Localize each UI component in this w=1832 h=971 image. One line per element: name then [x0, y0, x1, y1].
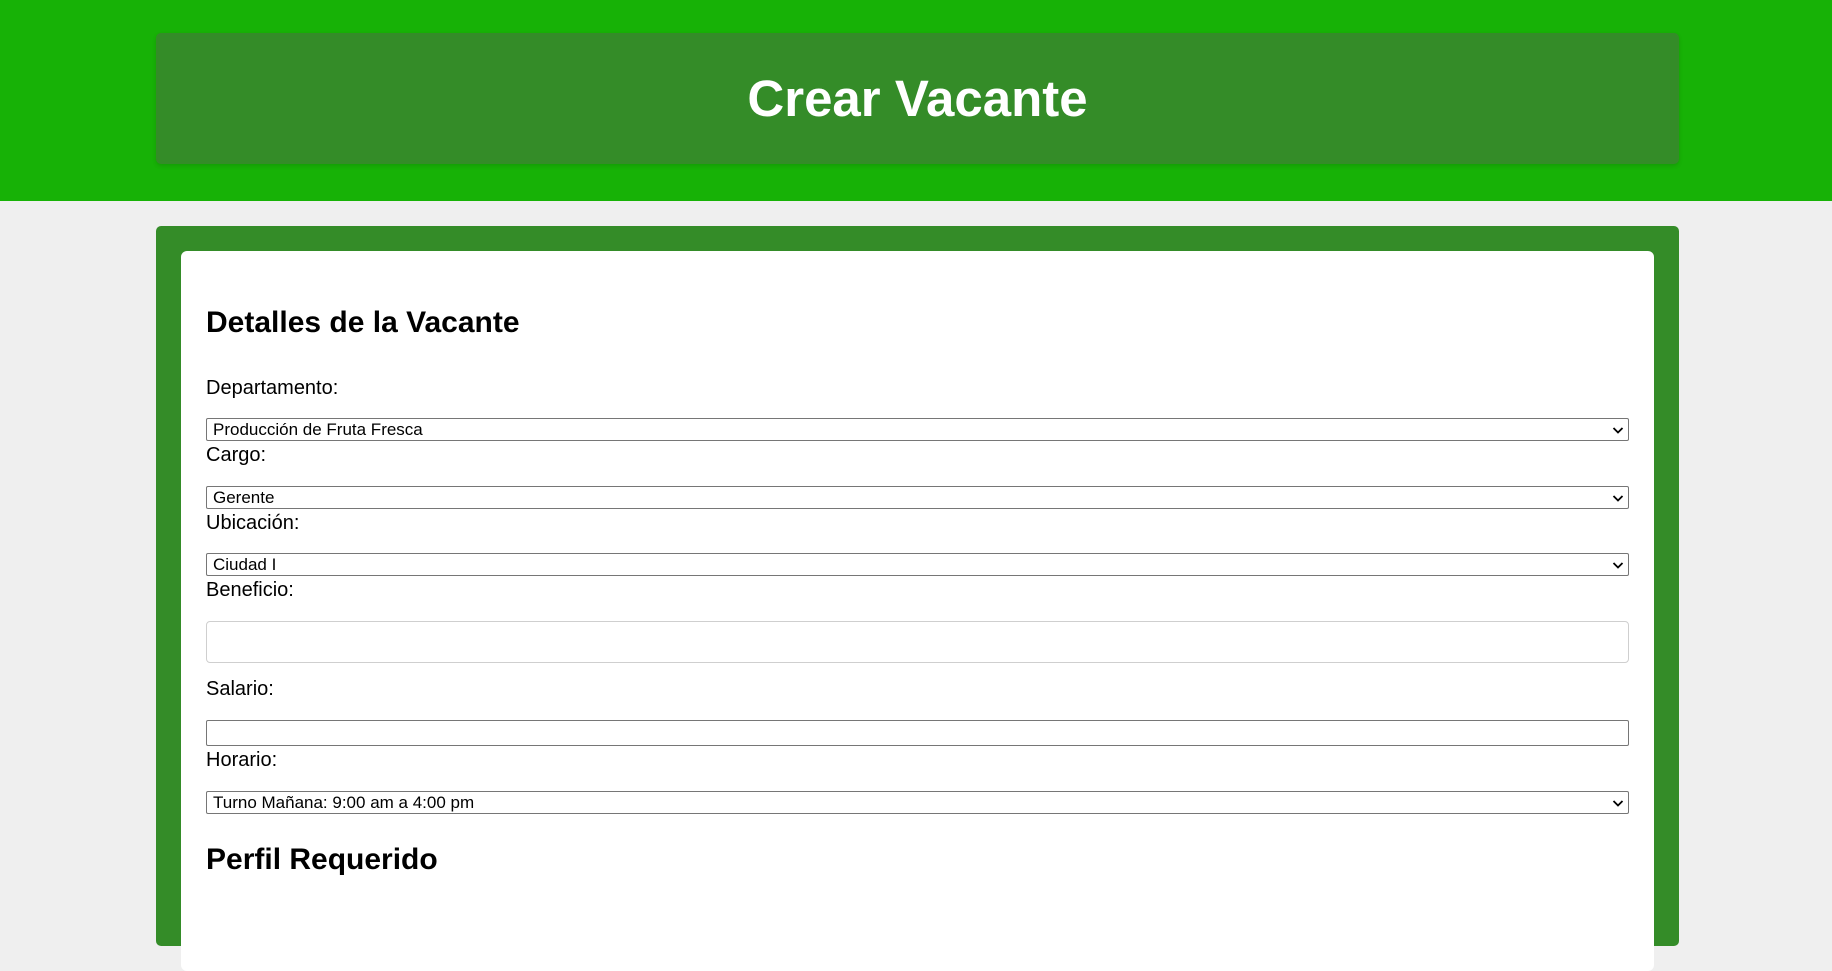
ubicacion-selected-value: Ciudad I	[213, 555, 277, 574]
section-title-profile: Perfil Requerido	[206, 843, 438, 876]
top-banner: Crear Vacante	[0, 0, 1832, 201]
chevron-down-icon	[1612, 562, 1624, 569]
salario-input[interactable]	[206, 720, 1629, 746]
page-title: Crear Vacante	[747, 70, 1088, 127]
horario-select[interactable]: Turno Mañana: 9:00 am a 4:00 pm	[206, 791, 1629, 814]
cargo-label: Cargo:	[206, 444, 267, 466]
chevron-down-icon	[1612, 800, 1624, 807]
departamento-selected-value: Producción de Fruta Fresca	[213, 420, 423, 439]
form-card-frame: Detalles de la Vacante Departamento: Pro…	[156, 226, 1679, 971]
horario-label: Horario:	[206, 749, 278, 771]
cargo-select[interactable]: Gerente	[206, 486, 1629, 509]
section-title-details: Detalles de la Vacante	[206, 306, 520, 339]
chevron-down-icon	[1612, 495, 1624, 502]
ubicacion-select[interactable]: Ciudad I	[206, 553, 1629, 576]
form-card: Detalles de la Vacante Departamento: Pro…	[181, 251, 1654, 971]
horario-selected-value: Turno Mañana: 9:00 am a 4:00 pm	[213, 793, 475, 812]
departamento-select[interactable]: Producción de Fruta Fresca	[206, 418, 1629, 441]
departamento-label: Departamento:	[206, 377, 339, 399]
beneficio-label: Beneficio:	[206, 579, 294, 601]
ubicacion-label: Ubicación:	[206, 512, 300, 534]
salario-label: Salario:	[206, 678, 274, 700]
beneficio-input[interactable]	[206, 621, 1629, 663]
cargo-selected-value: Gerente	[213, 488, 275, 507]
chevron-down-icon	[1612, 427, 1624, 434]
header-box: Crear Vacante	[156, 33, 1679, 164]
